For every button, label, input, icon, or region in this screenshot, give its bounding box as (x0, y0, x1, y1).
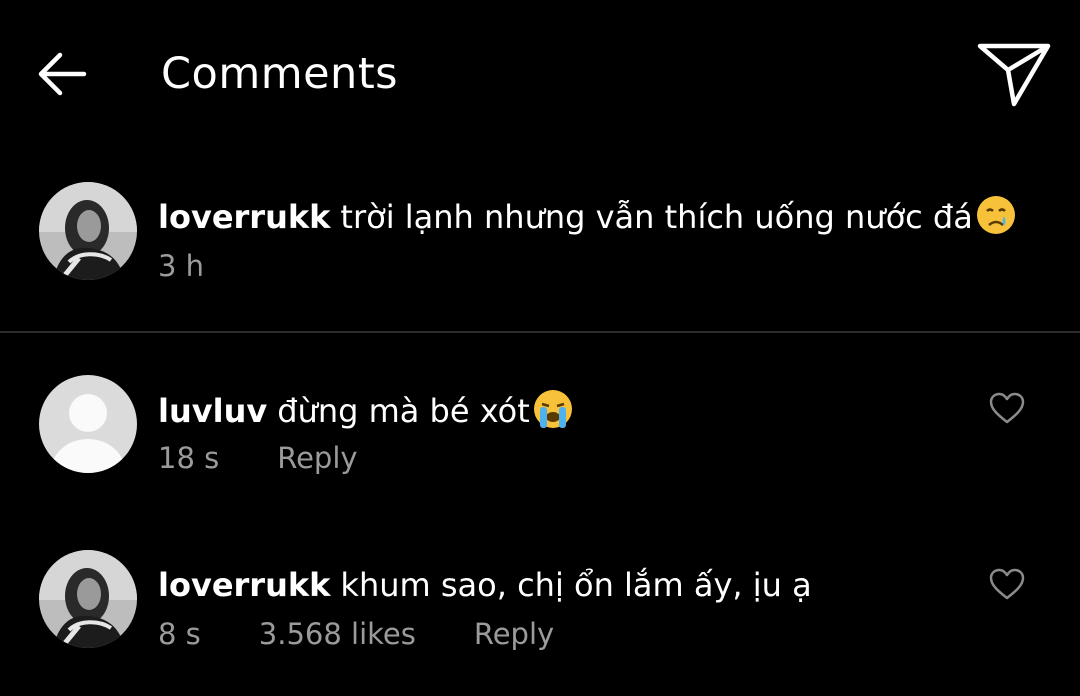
comment-username[interactable]: loverrukk (158, 566, 330, 604)
arrow-left-icon (38, 52, 87, 96)
paper-plane-icon (977, 43, 1051, 107)
comment-text: luvluv đừng mà bé xót (158, 388, 574, 432)
comment-text: loverrukk khum sao, chị ổn lắm ấy, ịu ạ (158, 564, 812, 606)
back-button[interactable] (36, 48, 88, 100)
like-button[interactable] (988, 391, 1026, 425)
caption-username[interactable]: loverrukk (158, 198, 330, 236)
avatar[interactable] (39, 182, 137, 280)
share-button[interactable] (976, 40, 1054, 110)
comment-username[interactable]: luvluv (158, 392, 267, 430)
loudly-crying-face-emoji (532, 388, 574, 430)
comment-meta: 18 s Reply (158, 440, 358, 476)
divider (0, 331, 1080, 333)
comment-time: 18 s (158, 441, 220, 475)
crying-face-emoji (975, 194, 1017, 236)
avatar[interactable] (39, 550, 137, 648)
caption-text: loverrukk trời lạnh nhưng vẫn thích uống … (158, 194, 1017, 238)
comment-body: khum sao, chị ổn lắm ấy, ịu ạ (340, 566, 812, 604)
comment-meta: 8 s 3.568 likes Reply (158, 616, 554, 652)
comments-header: Comments (0, 0, 1080, 150)
reply-button[interactable]: Reply (474, 616, 554, 652)
caption-time: 3 h (158, 249, 205, 283)
profile-photo (39, 550, 137, 648)
comment-likes[interactable]: 3.568 likes (259, 616, 416, 652)
default-avatar-icon (39, 375, 137, 473)
heart-icon (989, 568, 1025, 600)
avatar[interactable] (39, 375, 137, 473)
comment-body: đừng mà bé xót (277, 392, 530, 430)
page-title: Comments (161, 49, 399, 99)
profile-photo (39, 182, 137, 280)
heart-icon (989, 392, 1025, 424)
caption-meta: 3 h (158, 248, 204, 284)
comment-time: 8 s (158, 617, 201, 651)
like-button[interactable] (988, 567, 1026, 601)
caption-body: trời lạnh nhưng vẫn thích uống nước đá (340, 198, 973, 236)
reply-button[interactable]: Reply (277, 440, 357, 476)
